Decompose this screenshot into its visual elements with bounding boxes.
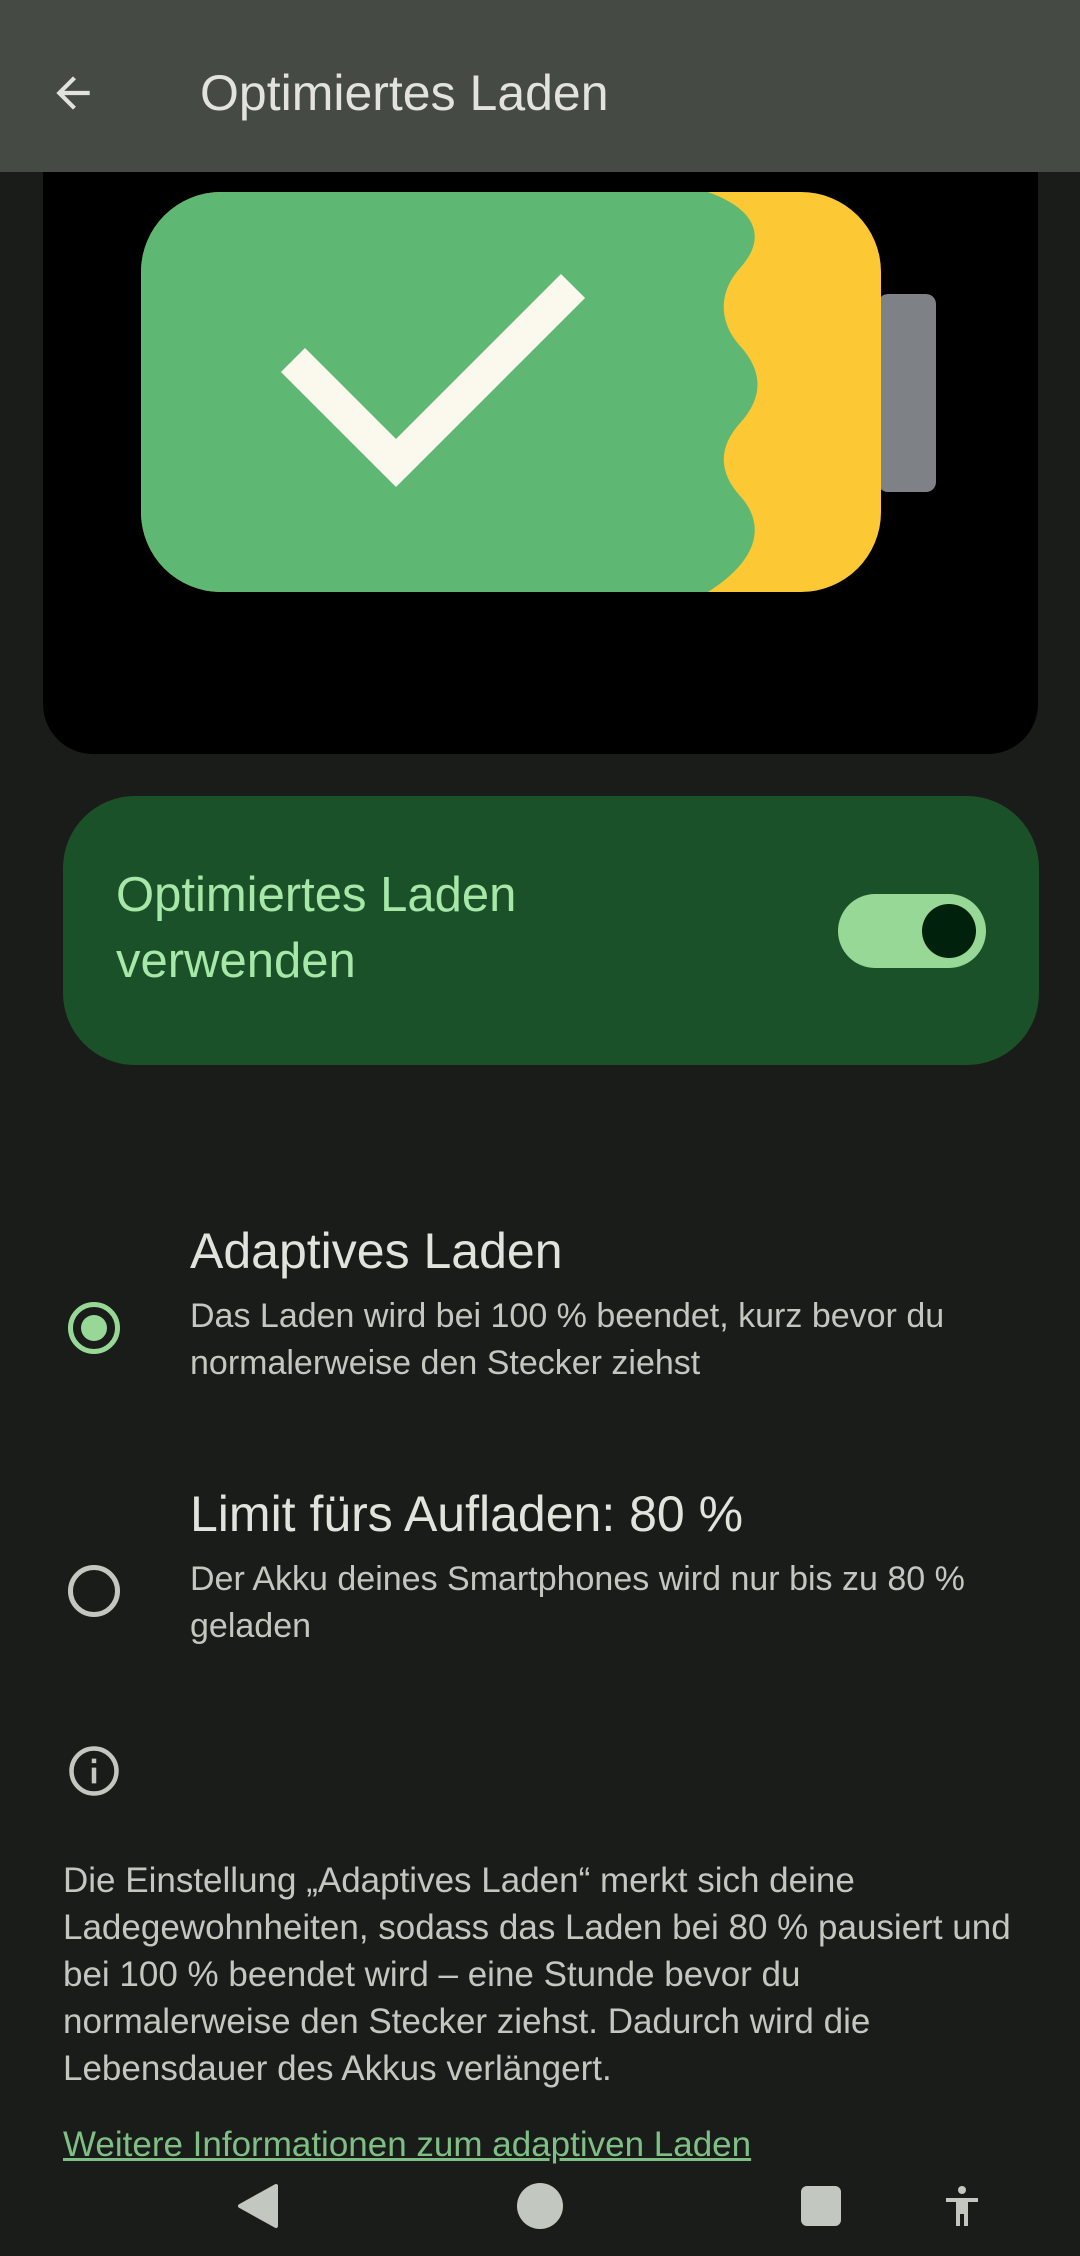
option-description: Der Akku deines Smartphones wird nur bis…: [190, 1560, 965, 1645]
option-description: Das Laden wird bei 100 % beendet, kurz b…: [190, 1297, 945, 1382]
accessibility-icon: [946, 2186, 978, 2226]
home-circle-icon: [517, 2183, 563, 2229]
back-triangle-icon: [238, 2184, 278, 2228]
battery-check-icon: [141, 192, 936, 592]
battery-illustration: [43, 172, 1038, 754]
page-title: Optimiertes Laden: [200, 65, 609, 121]
optimized-charging-switch[interactable]: [838, 894, 986, 968]
option-charging-limit[interactable]: Limit fürs Aufladen: 80 % Der Akku deine…: [0, 1473, 1080, 1673]
radio-adaptive-charging[interactable]: [68, 1302, 120, 1354]
top-app-bar: Optimiertes Laden: [0, 0, 1080, 172]
battery-terminal: [878, 294, 936, 492]
arrow-left-icon: [56, 76, 90, 110]
nav-accessibility-button[interactable]: [930, 2174, 994, 2238]
nav-home-button[interactable]: [508, 2174, 572, 2238]
radio-charging-limit[interactable]: [68, 1565, 120, 1617]
info-description: Die Einstellung „Adaptives Laden“ merkt …: [63, 1861, 1011, 2088]
back-button[interactable]: [30, 50, 116, 136]
system-navigation-bar: [0, 2160, 1080, 2256]
nav-back-button[interactable]: [226, 2174, 290, 2238]
option-title: Limit fürs Aufladen: 80 %: [190, 1486, 744, 1542]
switch-thumb: [922, 904, 976, 958]
option-title: Adaptives Laden: [190, 1223, 563, 1279]
info-icon: [69, 1746, 119, 1796]
optimized-charging-toggle-card[interactable]: Optimiertes Laden verwenden: [63, 796, 1039, 1065]
option-adaptive-charging[interactable]: Adaptives Laden Das Laden wird bei 100 %…: [0, 1210, 1080, 1410]
nav-recents-button[interactable]: [789, 2174, 853, 2238]
toggle-label: Optimiertes Laden verwenden: [116, 868, 517, 988]
recents-square-icon: [801, 2186, 841, 2226]
